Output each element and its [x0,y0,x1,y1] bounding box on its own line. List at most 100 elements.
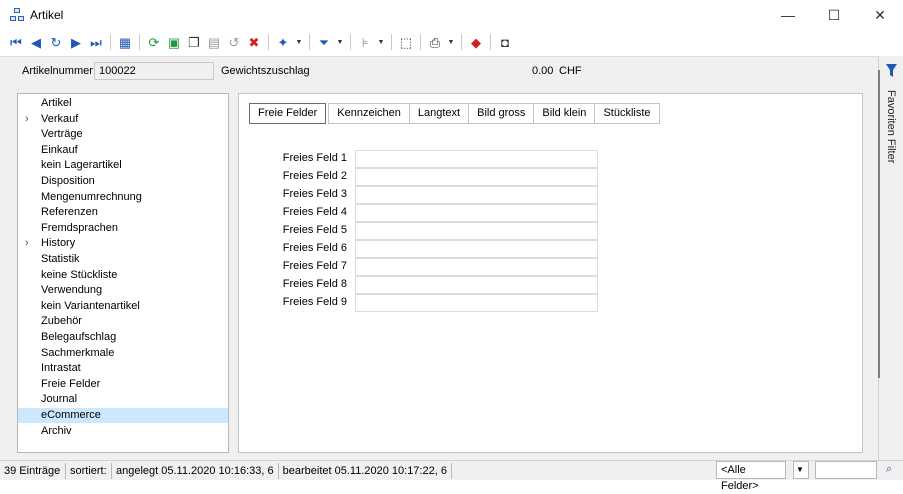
tab[interactable]: Langtext [408,103,469,124]
delete-icon[interactable]: ✖ [244,32,264,52]
nav-item-label: Belegaufschlag [41,331,117,343]
nav-item[interactable]: Verträge [18,127,228,142]
nav-item[interactable]: kein Lagerartikel [18,158,228,173]
nav-item[interactable]: Sachmerkmale [18,346,228,361]
nav-item[interactable]: Referenzen [18,205,228,220]
select-icon[interactable]: ⬚ [396,32,416,52]
free-field-label: Freies Feld 5 [282,224,347,236]
filter-icon[interactable]: ⏷ [314,32,334,52]
nav-item[interactable]: Artikel [18,96,228,111]
nav-item[interactable]: eCommerce [18,408,228,423]
maximize-button[interactable]: ☐ [811,0,857,30]
tab[interactable]: Stückliste [594,103,660,124]
nav-item[interactable]: keine Stückliste [18,268,228,283]
tree-dropdown-icon[interactable]: ▼ [375,32,387,52]
free-field-input[interactable] [355,168,598,186]
free-field-row: Freies Feld 2 [239,168,599,186]
toolbar-divider [309,34,310,50]
save-icon[interactable]: ▤ [204,32,224,52]
free-field-input[interactable] [355,276,598,294]
first-record-icon[interactable]: ⏮ [6,32,26,52]
free-field-input[interactable] [355,258,598,276]
tree-icon[interactable]: ⊧ [355,32,375,52]
nav-item[interactable]: Journal [18,392,228,407]
free-field-input[interactable] [355,240,598,258]
edited-text: bearbeitet 05.11.2020 10:17:22, [282,464,438,477]
previous-record-icon[interactable]: ◀ [26,32,46,52]
nav-item[interactable]: Zubehör [18,314,228,329]
nav-item-label: Verwendung [41,284,103,297]
minimize-button[interactable]: — [765,0,811,30]
nav-item[interactable]: Einkauf [18,143,228,158]
nav-item[interactable]: Fremdsprachen [18,221,228,236]
new-record-icon[interactable]: ▣ [164,32,184,52]
close-button[interactable]: ✕ [857,0,903,30]
window-icon[interactable]: ◘ [495,32,515,52]
nav-item[interactable]: Mengenumrechnung [18,190,228,205]
undo-icon[interactable]: ↺ [224,32,244,52]
free-field-input[interactable] [355,150,598,168]
tab[interactable]: Bild gross [468,103,534,124]
nav-item[interactable]: Archiv [18,424,228,439]
nav-item[interactable]: Disposition [18,174,228,189]
nav-item-label: Freie Felder [41,377,101,390]
pin-icon[interactable]: ✦ [273,32,293,52]
filter-dropdown-icon[interactable]: ▼ [334,32,346,52]
expand-chevron-icon[interactable]: › [25,112,29,127]
favorites-filter-label: Favoriten Filter [885,90,897,164]
export-icon[interactable]: ◆ [466,32,486,52]
free-field-input[interactable] [355,186,598,204]
nav-item[interactable]: › Verkauf [18,112,228,127]
favorites-filter-pane[interactable]: Favoriten Filter [878,56,903,460]
nav-item[interactable]: Intrastat [18,361,228,376]
article-number-field[interactable]: 100022 [94,62,214,80]
toolbar-divider [110,34,111,50]
free-field-row: Freies Feld 3 [239,186,599,204]
free-field-label: Freies Feld 2 [282,170,347,182]
created-user: 6 [267,464,274,477]
tab[interactable]: Bild klein [533,103,595,124]
copy-record-icon[interactable]: ❐ [184,32,204,52]
nav-item[interactable]: kein Variantenartikel [18,299,228,314]
nav-item-label: kein Variantenartikel [41,299,140,312]
nav-item[interactable]: Verwendung [18,283,228,298]
nav-item[interactable]: Belegaufschlag [18,330,228,345]
vertical-scrollbar[interactable] [878,70,880,378]
nav-item-label: kein Lagerartikel [41,159,122,172]
nav-item-label: Einkauf [41,143,78,156]
tab[interactable]: Freie Felder [249,103,327,124]
print-icon[interactable]: ⎙ [425,32,445,52]
field-filter-select[interactable]: <Alle Felder> [716,461,786,492]
nav-item-label: Referenzen [41,206,98,219]
tab[interactable]: Kennzeichen [328,103,409,124]
nav-item-label: Archiv [41,424,72,437]
nav-item-label: Intrastat [41,362,81,375]
free-field-label: Freies Feld 3 [282,188,347,200]
expand-chevron-icon[interactable]: › [25,236,29,251]
free-field-input[interactable] [355,222,598,240]
nav-item[interactable]: Statistik [18,252,228,267]
quick-search-input[interactable] [815,461,877,479]
refresh-icon[interactable]: ⟳ [144,32,164,52]
nav-item-label: eCommerce [41,409,101,421]
free-field-row: Freies Feld 8 [239,276,599,294]
free-field-input[interactable] [355,204,598,222]
toolbar-divider [350,34,351,50]
free-field-input[interactable] [355,294,598,312]
nav-item[interactable]: Freie Felder [18,377,228,392]
nav-item-label: Disposition [41,175,95,187]
search-record-icon[interactable]: ↻ [46,32,66,52]
search-icon[interactable]: ⌕ [886,463,892,476]
window-title: Artikel [30,8,64,22]
print-dropdown-icon[interactable]: ▼ [445,32,457,52]
free-field-label: Freies Feld 4 [282,206,347,218]
nav-item-label: Verkauf [41,112,79,125]
sorted-label: sortiert: [66,462,112,479]
next-record-icon[interactable]: ▶ [66,32,86,52]
table-view-icon[interactable]: ▦ [115,32,135,52]
nav-item[interactable]: › History [18,236,228,251]
last-record-icon[interactable]: ⏭ [86,32,106,52]
pin-dropdown-icon[interactable]: ▼ [293,32,305,52]
toolbar-divider [420,34,421,50]
chevron-down-icon[interactable]: ▼ [793,461,809,479]
